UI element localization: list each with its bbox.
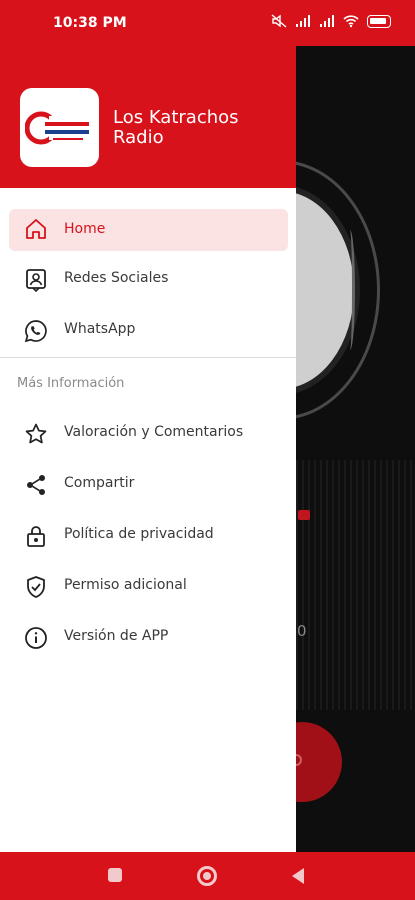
status-time: 10:38 PM <box>53 15 127 31</box>
nav-item-label: Política de privacidad <box>64 526 214 542</box>
nav-item-rating[interactable]: Valoración y Comentarios <box>0 409 296 460</box>
nav-item-label: WhatsApp <box>64 321 136 337</box>
background-counter: 0 <box>297 622 307 640</box>
primary-nav: Home Redes Sociales WhatsApp <box>0 188 296 357</box>
nav-item-home[interactable]: Home <box>0 196 296 255</box>
radio-logo-icon <box>25 111 89 145</box>
nav-item-label: Versión de APP <box>64 628 169 644</box>
nav-item-share[interactable]: Compartir <box>0 460 296 511</box>
nav-item-label: Compartir <box>64 475 135 491</box>
recent-apps-button[interactable] <box>108 868 122 882</box>
wifi-icon <box>343 15 359 28</box>
app-logo <box>20 88 99 167</box>
status-icons <box>271 14 391 28</box>
secondary-nav: Valoración y Comentarios Compartir Polít… <box>0 409 296 664</box>
share-icon <box>27 475 45 495</box>
nav-item-redes-sociales[interactable]: Redes Sociales <box>0 255 296 306</box>
nav-item-whatsapp[interactable]: WhatsApp <box>0 306 296 357</box>
nav-item-label: Permiso adicional <box>64 577 187 593</box>
mute-icon <box>271 14 287 28</box>
nav-item-permission[interactable]: Permiso adicional <box>0 562 296 613</box>
battery-icon <box>367 14 391 28</box>
signal-icon <box>296 15 310 27</box>
contact-card-icon <box>26 269 46 292</box>
back-button[interactable] <box>292 868 304 884</box>
nav-item-label: Redes Sociales <box>64 270 169 286</box>
background-red-mark <box>298 510 310 520</box>
nav-item-label: Valoración y Comentarios <box>64 424 244 440</box>
section-title: Más Información <box>17 376 125 391</box>
nav-item-privacy[interactable]: Política de privacidad <box>0 511 296 562</box>
section-divider <box>0 357 296 358</box>
nav-item-label: Home <box>64 221 106 237</box>
signal-icon-2 <box>320 15 334 27</box>
home-button[interactable] <box>197 866 217 886</box>
active-highlight <box>9 209 288 251</box>
home-icon <box>26 219 46 239</box>
app-title: Los Katrachos Radio <box>113 107 239 148</box>
system-navigation-bar <box>0 852 415 900</box>
nav-item-version[interactable]: Versión de APP <box>0 613 296 664</box>
status-bar: 10:38 PM <box>0 0 415 46</box>
lock-icon <box>27 526 45 547</box>
player-dial-arc <box>345 230 355 350</box>
info-icon <box>25 627 47 649</box>
shield-check-icon <box>27 576 45 598</box>
background-texture <box>296 460 415 710</box>
whatsapp-icon <box>24 320 47 343</box>
star-icon <box>25 423 47 444</box>
navigation-drawer: Los Katrachos Radio Home Redes Sociales … <box>0 0 296 852</box>
